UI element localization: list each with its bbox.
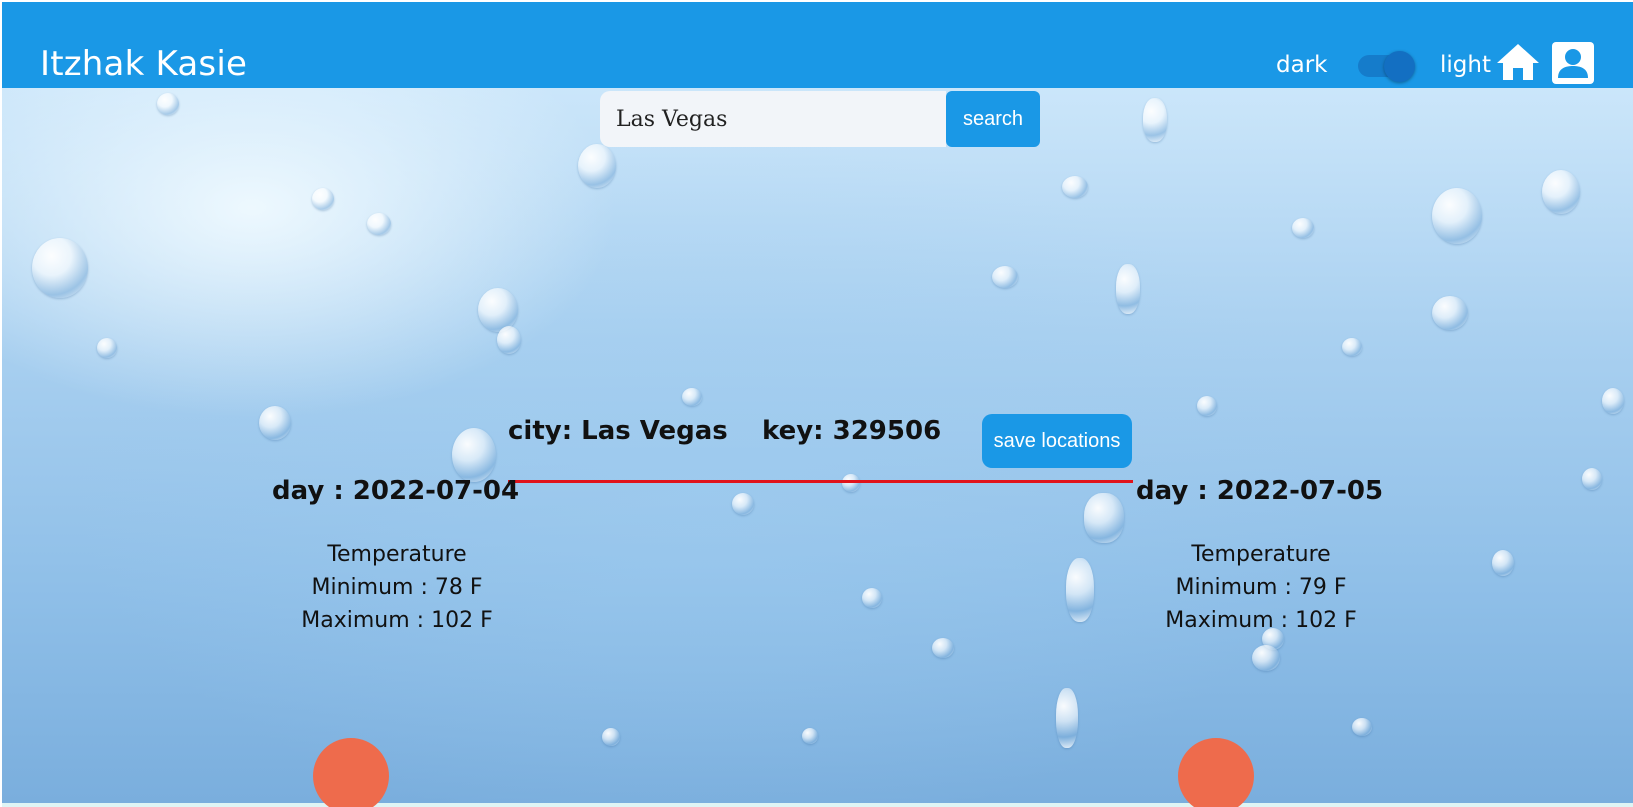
home-button[interactable] (1495, 42, 1541, 82)
brand-name: Itzhak Kasie (40, 44, 248, 84)
profile-button[interactable] (1552, 42, 1594, 84)
home-icon (1497, 44, 1539, 80)
temperature-minimum: Minimum : 79 F (1175, 575, 1347, 600)
toggle-knob (1384, 51, 1415, 82)
temperature-label: Temperature (327, 542, 467, 567)
temperature-block: Temperature Minimum : 79 F Maximum : 102… (1136, 538, 1386, 637)
weather-app: Itzhak Kasie dark light search city: Las… (0, 0, 1633, 807)
temperature-maximum: Maximum : 102 F (1165, 608, 1357, 633)
city-search-input[interactable] (600, 91, 946, 147)
weather-icon (1178, 738, 1254, 807)
divider-line (508, 480, 1133, 483)
search-button[interactable]: search (946, 91, 1040, 147)
temperature-block: Temperature Minimum : 78 F Maximum : 102… (272, 538, 522, 637)
temperature-maximum: Maximum : 102 F (301, 608, 493, 633)
theme-toggle[interactable] (1358, 51, 1416, 82)
theme-light-label: light (1440, 52, 1491, 78)
user-icon (1552, 42, 1594, 84)
weather-icon (313, 738, 389, 807)
forecast-day-title: day : 2022-07-04 (272, 476, 520, 506)
top-navbar: Itzhak Kasie dark light (2, 2, 1633, 88)
temperature-label: Temperature (1191, 542, 1331, 567)
location-key-label: key: 329506 (762, 416, 942, 446)
city-label: city: Las Vegas (508, 416, 728, 446)
forecast-day-title: day : 2022-07-05 (1136, 476, 1384, 506)
temperature-minimum: Minimum : 78 F (311, 575, 483, 600)
theme-dark-label: dark (1276, 52, 1328, 78)
save-locations-button[interactable]: save locations (982, 414, 1132, 468)
